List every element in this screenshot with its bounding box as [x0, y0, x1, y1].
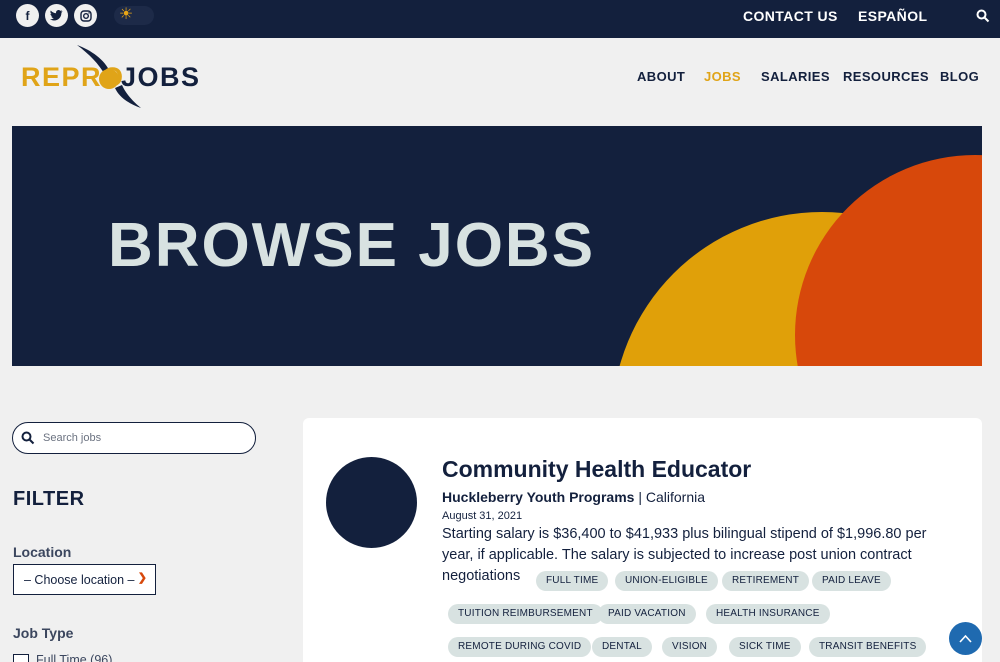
- location-label: Location: [13, 544, 72, 560]
- scroll-to-top-button[interactable]: [949, 622, 982, 655]
- job-tag: DENTAL: [592, 637, 652, 657]
- job-location: California: [645, 489, 705, 505]
- logo-jobs-text: JOBS: [121, 62, 201, 92]
- nav-blog[interactable]: BLOG: [940, 69, 979, 84]
- job-company-line: Huckleberry Youth Programs | California: [442, 489, 705, 505]
- logo-repro-text: REPRO: [21, 62, 125, 92]
- job-type-label: Job Type: [13, 625, 74, 641]
- top-bar: f ☀ CONTACT US ESPAÑOL: [0, 0, 1000, 38]
- nav-jobs[interactable]: JOBS: [704, 69, 741, 84]
- search-icon: [21, 431, 35, 445]
- job-tag: RETIREMENT: [722, 571, 809, 591]
- job-tag: PAID VACATION: [598, 604, 696, 624]
- filter-heading: FILTER: [13, 488, 85, 510]
- job-tag: HEALTH INSURANCE: [706, 604, 830, 624]
- search-input[interactable]: [43, 428, 243, 448]
- job-tag: TRANSIT BENEFITS: [809, 637, 927, 657]
- contact-us-link[interactable]: CONTACT US: [743, 8, 838, 24]
- job-tag: FULL TIME: [536, 571, 609, 591]
- full-time-checkbox[interactable]: [13, 654, 29, 662]
- nav-about[interactable]: ABOUT: [637, 69, 685, 84]
- employer-logo: [326, 457, 417, 548]
- job-card[interactable]: Community Health Educator Huckleberry Yo…: [303, 418, 982, 662]
- job-tag: UNION-ELIGIBLE: [615, 571, 718, 591]
- location-select[interactable]: – Choose location – ❯: [13, 564, 156, 595]
- hero-banner: BROWSE JOBS: [12, 126, 982, 366]
- nav-resources[interactable]: RESOURCES: [843, 69, 929, 84]
- twitter-icon[interactable]: [45, 4, 68, 27]
- nav-salaries[interactable]: SALARIES: [761, 69, 830, 84]
- location-select-value: – Choose location –: [24, 573, 135, 587]
- job-tag: VISION: [662, 637, 718, 657]
- page-title: BROWSE JOBS: [108, 211, 596, 280]
- espanol-link[interactable]: ESPAÑOL: [858, 8, 927, 24]
- job-tag: SICK TIME: [729, 637, 801, 657]
- job-tag: TUITION REIMBURSEMENT: [448, 604, 603, 624]
- job-title[interactable]: Community Health Educator: [442, 456, 751, 483]
- job-tag: PAID LEAVE: [812, 571, 891, 591]
- job-date: August 31, 2021: [442, 510, 523, 522]
- chevron-up-icon: [959, 634, 972, 643]
- chevron-down-icon: ❯: [137, 572, 147, 584]
- hero-orange-circle: [795, 155, 982, 366]
- full-time-checkbox-label[interactable]: Full Time (96): [36, 653, 112, 662]
- sun-icon[interactable]: ☀: [117, 6, 135, 24]
- search-jobs-box[interactable]: [12, 422, 256, 454]
- search-icon[interactable]: [976, 9, 990, 23]
- instagram-icon[interactable]: [74, 4, 97, 27]
- job-company: Huckleberry Youth Programs: [442, 489, 635, 505]
- job-tag: REMOTE DURING COVID: [448, 637, 592, 657]
- repro-jobs-logo[interactable]: REPRO JOBS: [21, 42, 211, 112]
- facebook-icon[interactable]: f: [16, 4, 39, 27]
